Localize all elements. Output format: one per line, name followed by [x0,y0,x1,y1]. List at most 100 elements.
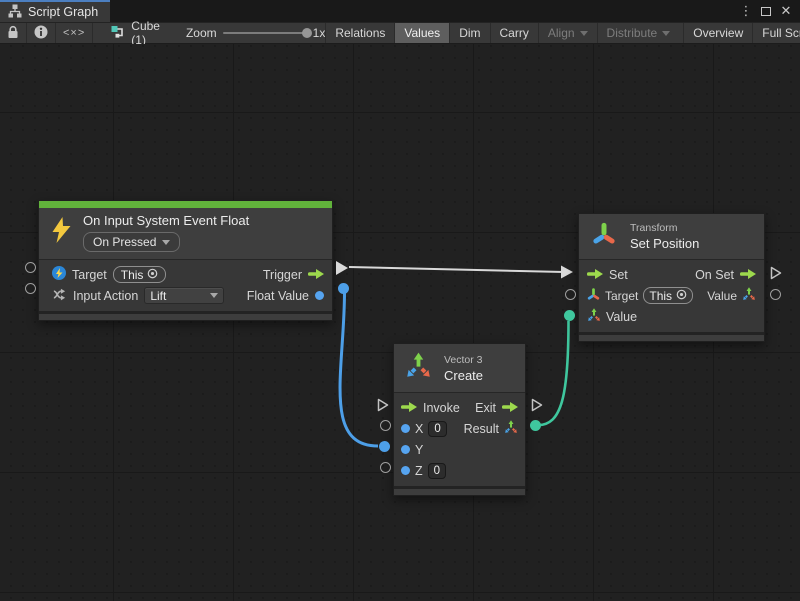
control-arrow-icon [308,268,324,282]
invoke-input-port[interactable] [377,398,389,417]
target-label: Target [72,268,107,282]
chevron-down-icon [580,31,588,36]
align-dropdown[interactable]: Align [538,23,597,43]
vector3-mini-icon [587,308,601,325]
on-set-label: On Set [695,268,734,282]
node-footer [394,486,525,495]
transform-node-title: Set Position [630,236,699,251]
script-graph-window: Script Graph ⋮ ✕ [0,0,800,601]
relations-button[interactable]: Relations [325,23,394,43]
vector3-mini-icon [742,287,756,304]
info-button[interactable] [27,23,56,43]
vector3-category-label: Vector 3 [444,354,483,366]
window-controls: ⋮ ✕ [738,0,800,22]
event-target-icon [52,266,66,283]
on-set-output-port[interactable] [770,266,782,285]
lock-icon [7,25,19,42]
float-value-output-port[interactable] [338,283,349,294]
graph-target-label: Cube (1) [131,19,160,47]
carry-button[interactable]: Carry [490,23,538,43]
float-value-label: Float Value [247,289,309,303]
control-arrow-icon [587,268,603,282]
object-picker-icon[interactable] [676,289,687,303]
transform-target-input-port[interactable] [565,289,576,300]
exit-label: Exit [475,401,496,415]
x-port-glyph [401,424,410,433]
trigger-output-port[interactable] [336,261,348,275]
y-label: Y [415,443,423,457]
toolbar-buttons: Relations Values Dim Carry Align Distrib… [325,23,800,43]
y-port-glyph [401,445,410,454]
node-transform-set-position[interactable]: Transform Set Position Set On Set [578,213,765,342]
set-label: Set [609,268,628,282]
z-port-glyph [401,466,410,475]
input-action-label: Input Action [73,289,138,303]
x-input-port[interactable] [380,420,391,431]
result-label: Result [464,422,499,436]
node-on-input-system-event-float[interactable]: On Input System Event Float On Pressed [38,200,333,321]
more-menu-icon[interactable]: ⋮ [738,3,754,19]
x-label: X [415,422,423,436]
event-inputaction-input-port[interactable] [25,283,36,294]
transform-category-label: Transform [630,222,699,234]
transform-value-input-port[interactable] [564,310,575,321]
overview-button[interactable]: Overview [683,23,752,43]
target-object-field[interactable]: This [643,287,693,304]
result-output-port[interactable] [530,420,541,431]
transform-icon [591,221,617,252]
value-output-label: Value [707,289,737,303]
full-screen-button[interactable]: Full Screen [752,23,800,43]
transform-value-output-port[interactable] [770,289,781,300]
chevron-down-icon [162,240,170,245]
code-brackets-button[interactable]: <×> [56,23,93,43]
node-vector3-create[interactable]: Vector 3 Create Invoke Exit [393,343,526,496]
close-icon[interactable]: ✕ [778,3,794,19]
target-label: Target [605,289,638,303]
input-action-dropdown[interactable]: Lift [144,287,224,304]
invoke-label: Invoke [423,401,460,415]
info-icon [34,25,48,42]
tab-script-graph[interactable]: Script Graph [0,0,110,22]
control-arrow-icon [502,401,518,415]
trigger-label: Trigger [263,268,302,282]
node-footer [39,311,332,320]
zoom-label: Zoom [186,26,217,40]
event-mode-dropdown[interactable]: On Pressed [83,232,180,252]
zoom-slider-handle[interactable] [302,28,312,38]
vector3-node-title: Create [444,368,483,383]
maximize-icon[interactable] [758,3,774,19]
z-label: Z [415,464,423,478]
lightning-bolt-icon [52,217,71,248]
angle-brackets-icon: <×> [63,27,85,39]
zoom-value: 1x [313,26,326,40]
chevron-down-icon [662,31,670,36]
chevron-down-icon [210,293,218,298]
target-object-field[interactable]: This [113,266,167,283]
z-value-field[interactable]: 0 [428,463,446,479]
x-value-field[interactable]: 0 [428,421,446,437]
zoom-control: Zoom 1x [186,23,325,43]
float-value-port-glyph [315,291,324,300]
graph-canvas[interactable]: On Input System Event Float On Pressed [0,44,800,601]
exit-output-port[interactable] [531,398,543,417]
object-picker-icon[interactable] [147,268,158,282]
transform-mini-icon [587,288,600,304]
lock-button[interactable] [0,23,27,43]
distribute-dropdown[interactable]: Distribute [597,23,680,43]
dim-button[interactable]: Dim [449,23,489,43]
graph-target-selector[interactable]: Cube (1) [111,23,160,43]
wire-trigger-to-set[interactable] [349,266,573,279]
graph-toolbar: <×> Cube (1) Zoom 1x Relations Values Di… [0,22,800,44]
wire-floatvalue-to-y[interactable] [340,292,378,446]
node-footer [579,332,764,341]
event-accent-bar [39,201,332,208]
input-action-icon [52,287,67,305]
values-button[interactable]: Values [394,23,449,43]
vector3-icon [405,352,432,384]
value-input-label: Value [606,310,637,324]
y-input-port[interactable] [379,441,390,452]
z-input-port[interactable] [380,462,391,473]
zoom-slider[interactable] [223,32,307,34]
control-arrow-icon [740,268,756,282]
event-target-input-port[interactable] [25,262,36,273]
